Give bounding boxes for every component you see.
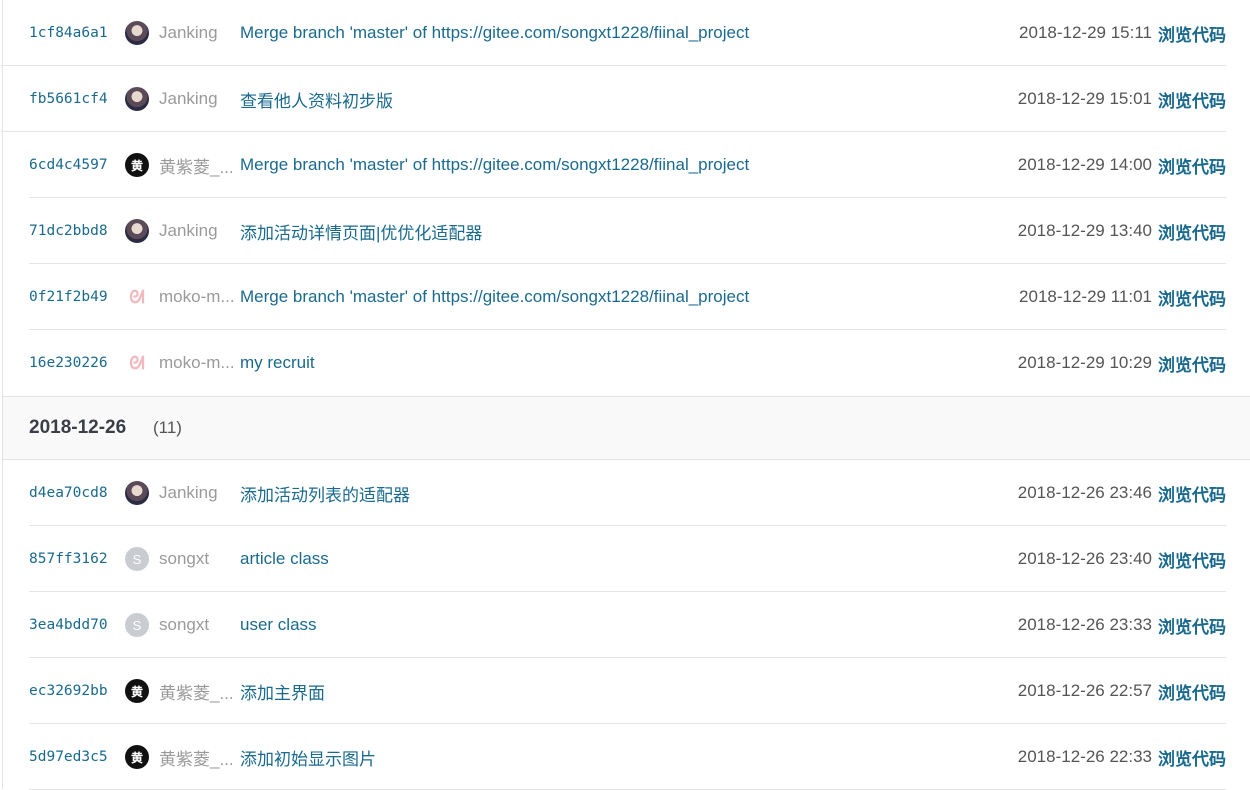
browse-code-link[interactable]: 浏览代码 bbox=[1158, 285, 1226, 310]
commit-row: 5d97ed3c5 黄 黄紫菱_... 添加初始显示图片 2018-12-26 … bbox=[3, 724, 1250, 790]
author-avatar[interactable]: 黄 bbox=[125, 679, 149, 703]
commit-time: 2018-12-26 22:33 bbox=[1017, 747, 1152, 766]
commit-row: 16e230226 ᘛ moko-m... my recruit 2018-12… bbox=[3, 330, 1250, 396]
author-name[interactable]: songxt bbox=[159, 549, 239, 569]
commit-message-link[interactable]: user class bbox=[240, 615, 317, 635]
commit-row: 6cd4c4597 黄 黄紫菱_... Merge branch 'master… bbox=[3, 132, 1250, 198]
author-name[interactable]: songxt bbox=[159, 615, 239, 635]
browse-code-link[interactable]: 浏览代码 bbox=[1158, 613, 1226, 638]
author-name[interactable]: 黄紫菱_... bbox=[159, 153, 239, 178]
browse-code-link[interactable]: 浏览代码 bbox=[1158, 153, 1226, 178]
author-name[interactable]: 黄紫菱_... bbox=[159, 745, 239, 770]
commit-time: 2018-12-26 22:57 bbox=[1017, 681, 1152, 700]
browse-code-link[interactable]: 浏览代码 bbox=[1158, 351, 1226, 376]
commit-message-link[interactable]: 添加活动列表的适配器 bbox=[240, 481, 410, 506]
commit-hash-link[interactable]: 6cd4c4597 bbox=[29, 157, 108, 173]
author-name[interactable]: moko-m... bbox=[159, 353, 239, 373]
author-avatar[interactable]: ᘛ bbox=[125, 285, 149, 309]
author-name[interactable]: Janking bbox=[159, 23, 239, 43]
commit-hash-link[interactable]: 0f21f2b49 bbox=[29, 289, 108, 305]
author-avatar[interactable]: ᘛ bbox=[125, 351, 149, 375]
date-group-header: 2018-12-26 (11) bbox=[3, 396, 1250, 460]
commit-message-link[interactable]: Merge branch 'master' of https://gitee.c… bbox=[240, 155, 749, 175]
commit-time: 2018-12-29 10:29 bbox=[1017, 353, 1152, 372]
commit-time: 2018-12-26 23:40 bbox=[1017, 549, 1152, 568]
author-avatar[interactable] bbox=[125, 481, 149, 505]
commit-message-link[interactable]: my recruit bbox=[240, 353, 315, 373]
commit-time: 2018-12-29 15:11 bbox=[1019, 23, 1152, 42]
commit-hash-link[interactable]: fb5661cf4 bbox=[29, 91, 108, 107]
commit-row: 857ff3162 S songxt article class 2018-12… bbox=[3, 526, 1250, 592]
author-name[interactable]: moko-m... bbox=[159, 287, 239, 307]
author-avatar[interactable]: S bbox=[125, 547, 149, 571]
browse-code-link[interactable]: 浏览代码 bbox=[1158, 481, 1226, 506]
commit-message-link[interactable]: Merge branch 'master' of https://gitee.c… bbox=[240, 287, 749, 307]
commit-time: 2018-12-29 14:00 bbox=[1017, 155, 1152, 174]
commit-message-link[interactable]: 添加初始显示图片 bbox=[240, 745, 376, 770]
commit-hash-link[interactable]: 3ea4bdd70 bbox=[29, 617, 108, 633]
commit-time: 2018-12-29 13:40 bbox=[1017, 221, 1152, 240]
author-name[interactable]: Janking bbox=[159, 221, 239, 241]
commit-row: d4ea70cd8 Janking 添加活动列表的适配器 2018-12-26 … bbox=[3, 460, 1250, 526]
group-date: 2018-12-26 bbox=[29, 417, 127, 438]
author-avatar[interactable]: S bbox=[125, 613, 149, 637]
commit-hash-link[interactable]: 16e230226 bbox=[29, 355, 108, 371]
author-avatar[interactable] bbox=[125, 219, 149, 243]
author-name[interactable]: 黄紫菱_... bbox=[159, 679, 239, 704]
commit-message-link[interactable]: 添加活动详情页面|优优化适配器 bbox=[240, 219, 482, 244]
browse-code-link[interactable]: 浏览代码 bbox=[1158, 745, 1226, 770]
author-avatar[interactable]: 黄 bbox=[125, 745, 149, 769]
browse-code-link[interactable]: 浏览代码 bbox=[1158, 679, 1226, 704]
commit-message-link[interactable]: 查看他人资料初步版 bbox=[240, 87, 393, 112]
author-name[interactable]: Janking bbox=[159, 89, 239, 109]
author-name[interactable]: Janking bbox=[159, 483, 239, 503]
commit-message-link[interactable]: Merge branch 'master' of https://gitee.c… bbox=[240, 23, 749, 43]
browse-code-link[interactable]: 浏览代码 bbox=[1158, 219, 1226, 244]
commit-message-link[interactable]: article class bbox=[240, 549, 329, 569]
commit-row: 0f21f2b49 ᘛ moko-m... Merge branch 'mast… bbox=[3, 264, 1250, 330]
author-avatar[interactable] bbox=[125, 87, 149, 111]
commit-message-link[interactable]: 添加主界面 bbox=[240, 679, 325, 704]
commit-hash-link[interactable]: ec32692bb bbox=[29, 683, 108, 699]
commit-hash-link[interactable]: 71dc2bbd8 bbox=[29, 223, 108, 239]
browse-code-link[interactable]: 浏览代码 bbox=[1158, 87, 1226, 112]
commit-time: 2018-12-26 23:46 bbox=[1017, 483, 1152, 502]
author-avatar[interactable] bbox=[125, 21, 149, 45]
commit-hash-link[interactable]: 1cf84a6a1 bbox=[29, 25, 108, 41]
commit-row: fb5661cf4 Janking 查看他人资料初步版 2018-12-29 1… bbox=[1, 66, 1250, 132]
commit-row: 3ea4bdd70 S songxt user class 2018-12-26… bbox=[3, 592, 1250, 658]
commit-time: 2018-12-29 11:01 bbox=[1019, 287, 1152, 306]
author-avatar[interactable]: 黄 bbox=[125, 153, 149, 177]
commit-list: 1cf84a6a1 Janking Merge branch 'master' … bbox=[1, 0, 1250, 790]
commit-hash-link[interactable]: d4ea70cd8 bbox=[29, 485, 108, 501]
commit-time: 2018-12-29 15:01 bbox=[1017, 89, 1152, 108]
commit-row: ec32692bb 黄 黄紫菱_... 添加主界面 2018-12-26 22:… bbox=[3, 658, 1250, 724]
commit-hash-link[interactable]: 857ff3162 bbox=[29, 551, 108, 567]
commit-row: 71dc2bbd8 Janking 添加活动详情页面|优优化适配器 2018-1… bbox=[3, 198, 1250, 264]
browse-code-link[interactable]: 浏览代码 bbox=[1158, 547, 1226, 572]
group-commit-count: (11) bbox=[153, 418, 182, 437]
commit-row: 1cf84a6a1 Janking Merge branch 'master' … bbox=[1, 0, 1250, 66]
commit-hash-link[interactable]: 5d97ed3c5 bbox=[29, 749, 108, 765]
commit-time: 2018-12-26 23:33 bbox=[1017, 615, 1152, 634]
browse-code-link[interactable]: 浏览代码 bbox=[1158, 21, 1226, 46]
